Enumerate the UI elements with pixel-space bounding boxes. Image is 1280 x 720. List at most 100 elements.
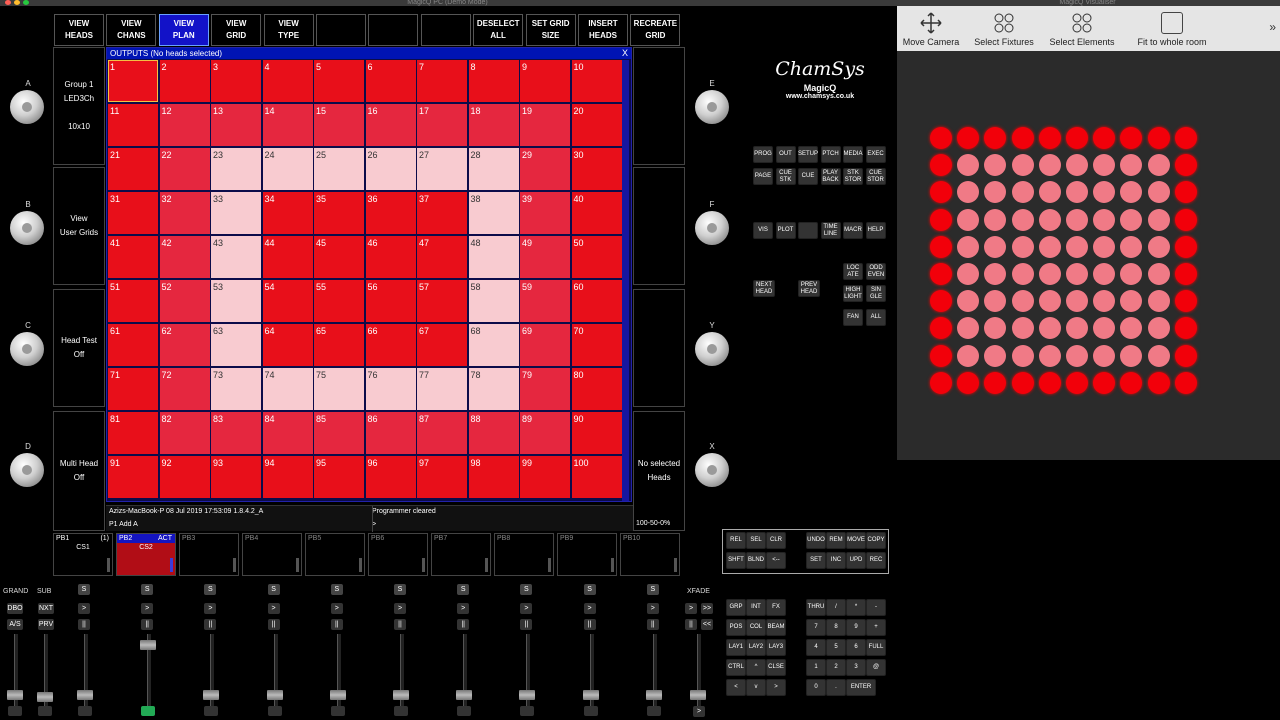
- head-cell[interactable]: 96: [365, 456, 416, 498]
- playback-s-button[interactable]: S: [457, 584, 470, 595]
- key-full[interactable]: FULL: [866, 639, 886, 656]
- key-rem[interactable]: REM: [826, 532, 846, 549]
- vis-tool-select-elements[interactable]: Select Elements: [1045, 12, 1119, 47]
- close-window-button[interactable]: [5, 0, 11, 5]
- playback-6[interactable]: PB6: [368, 533, 428, 576]
- head-cell[interactable]: 98: [468, 456, 519, 498]
- encoder-x-label[interactable]: No selected Heads: [633, 411, 685, 531]
- head-cell[interactable]: 91: [108, 456, 158, 498]
- key-6[interactable]: 6: [846, 639, 866, 656]
- xfade-pause-button[interactable]: ||: [685, 619, 697, 630]
- head-cell[interactable]: 48: [468, 236, 519, 278]
- head-cell[interactable]: 57: [417, 280, 467, 322]
- key-cue-stor[interactable]: CUE STOR: [865, 168, 886, 185]
- key-symbol[interactable]: +: [866, 619, 886, 636]
- key-high-light[interactable]: HIGH LIGHT: [843, 285, 863, 302]
- head-cell[interactable]: 4: [262, 60, 313, 102]
- head-cell[interactable]: 5: [314, 60, 364, 102]
- key-rel[interactable]: REL: [726, 532, 746, 549]
- head-cell[interactable]: 19: [520, 104, 570, 146]
- playback-pause-button[interactable]: ||: [204, 619, 217, 630]
- head-cell[interactable]: 47: [417, 236, 467, 278]
- key-cue-stk[interactable]: CUE STK: [775, 168, 796, 185]
- key-loc-ate[interactable]: LOC ATE: [843, 263, 863, 280]
- key-macr[interactable]: MACR: [843, 222, 863, 239]
- playback-go-button[interactable]: >: [204, 603, 217, 614]
- key-sel[interactable]: SEL: [746, 532, 766, 549]
- encoder-d-label[interactable]: Multi Head Off: [53, 411, 105, 531]
- head-cell[interactable]: 35: [314, 192, 364, 234]
- playback-s-button[interactable]: S: [646, 584, 659, 595]
- key-enter[interactable]: ENTER: [846, 679, 876, 696]
- playback-go-button[interactable]: >: [141, 603, 154, 614]
- head-cell[interactable]: 87: [417, 412, 467, 454]
- head-cell[interactable]: 85: [314, 412, 364, 454]
- head-cell[interactable]: 97: [417, 456, 467, 498]
- key-all[interactable]: ALL: [866, 309, 886, 326]
- key-vis[interactable]: VIS: [753, 222, 773, 239]
- playback-s-button[interactable]: S: [520, 584, 533, 595]
- soft-button-6[interactable]: [316, 14, 366, 46]
- head-cell[interactable]: 2: [159, 60, 210, 102]
- head-cell[interactable]: 77: [417, 368, 467, 410]
- key-fx[interactable]: FX: [766, 599, 786, 616]
- playback-go-button[interactable]: >: [267, 603, 280, 614]
- playback-pause-button[interactable]: ||: [583, 619, 596, 630]
- head-cell[interactable]: 55: [314, 280, 364, 322]
- playback-fader-cap[interactable]: [140, 640, 157, 650]
- playback-7[interactable]: PB7: [431, 533, 491, 576]
- encoder-a-knob[interactable]: [10, 90, 44, 124]
- master-button-as[interactable]: A/S: [7, 619, 23, 630]
- head-cell[interactable]: 51: [108, 280, 158, 322]
- head-cell[interactable]: 67: [417, 324, 467, 366]
- key-pos[interactable]: POS: [726, 619, 746, 636]
- key-lay3[interactable]: LAY3: [766, 639, 786, 656]
- playback-go-button[interactable]: >: [394, 603, 406, 614]
- head-cell[interactable]: 90: [571, 412, 622, 454]
- head-cell[interactable]: 25: [314, 148, 364, 190]
- key-help[interactable]: HELP: [865, 222, 886, 239]
- key-8[interactable]: 8: [826, 619, 846, 636]
- soft-button-11[interactable]: INSERT HEADS: [578, 14, 628, 46]
- head-cell[interactable]: 17: [417, 104, 467, 146]
- playback-s-button[interactable]: S: [204, 584, 217, 595]
- head-cell[interactable]: 75: [314, 368, 364, 410]
- head-cell[interactable]: 1: [108, 60, 158, 102]
- key-3[interactable]: 3: [846, 659, 866, 676]
- key-blank[interactable]: [798, 222, 818, 239]
- head-cell[interactable]: 29: [520, 148, 570, 190]
- key-shft[interactable]: SHFT: [726, 552, 746, 569]
- playback-1[interactable]: PB1 (1) CS1: [53, 533, 113, 576]
- head-cell[interactable]: 70: [571, 324, 622, 366]
- key-cue[interactable]: CUE: [798, 168, 818, 185]
- head-cell[interactable]: 38: [468, 192, 519, 234]
- head-cell[interactable]: 50: [571, 236, 622, 278]
- encoder-e-label[interactable]: [633, 47, 685, 165]
- head-cell[interactable]: 89: [520, 412, 570, 454]
- playback-10[interactable]: PB10: [620, 533, 680, 576]
- vis-tool-fit-to-whole-room[interactable]: Fit to whole room: [1133, 12, 1211, 47]
- soft-button-7[interactable]: [368, 14, 419, 46]
- playback-4[interactable]: PB4: [242, 533, 302, 576]
- head-cell[interactable]: 45: [314, 236, 364, 278]
- playback-s-button[interactable]: S: [583, 584, 596, 595]
- head-cell[interactable]: 69: [520, 324, 570, 366]
- soft-button-8[interactable]: [420, 14, 471, 46]
- encoder-f-knob[interactable]: [695, 211, 729, 245]
- head-cell[interactable]: 14: [262, 104, 313, 146]
- key-symbol[interactable]: *: [846, 599, 866, 616]
- soft-button-9[interactable]: DESELECT ALL: [473, 14, 524, 46]
- xfade-ff-button[interactable]: >>: [701, 603, 713, 614]
- playback-2[interactable]: PB2 ACT CS2: [116, 533, 176, 576]
- head-cell[interactable]: 54: [262, 280, 313, 322]
- head-cell[interactable]: 23: [211, 148, 261, 190]
- playback-pause-button[interactable]: ||: [267, 619, 280, 630]
- head-cell[interactable]: 10: [571, 60, 622, 102]
- playback-go-button[interactable]: >: [457, 603, 470, 614]
- head-cell[interactable]: 74: [262, 368, 313, 410]
- soft-button-3[interactable]: VIEW PLAN: [158, 14, 209, 46]
- encoder-a-label[interactable]: Group 1 LED3Ch 10x10: [53, 47, 105, 165]
- key-upd[interactable]: UPD: [846, 552, 866, 569]
- head-cell[interactable]: 59: [520, 280, 570, 322]
- key-out[interactable]: OUT: [775, 146, 796, 163]
